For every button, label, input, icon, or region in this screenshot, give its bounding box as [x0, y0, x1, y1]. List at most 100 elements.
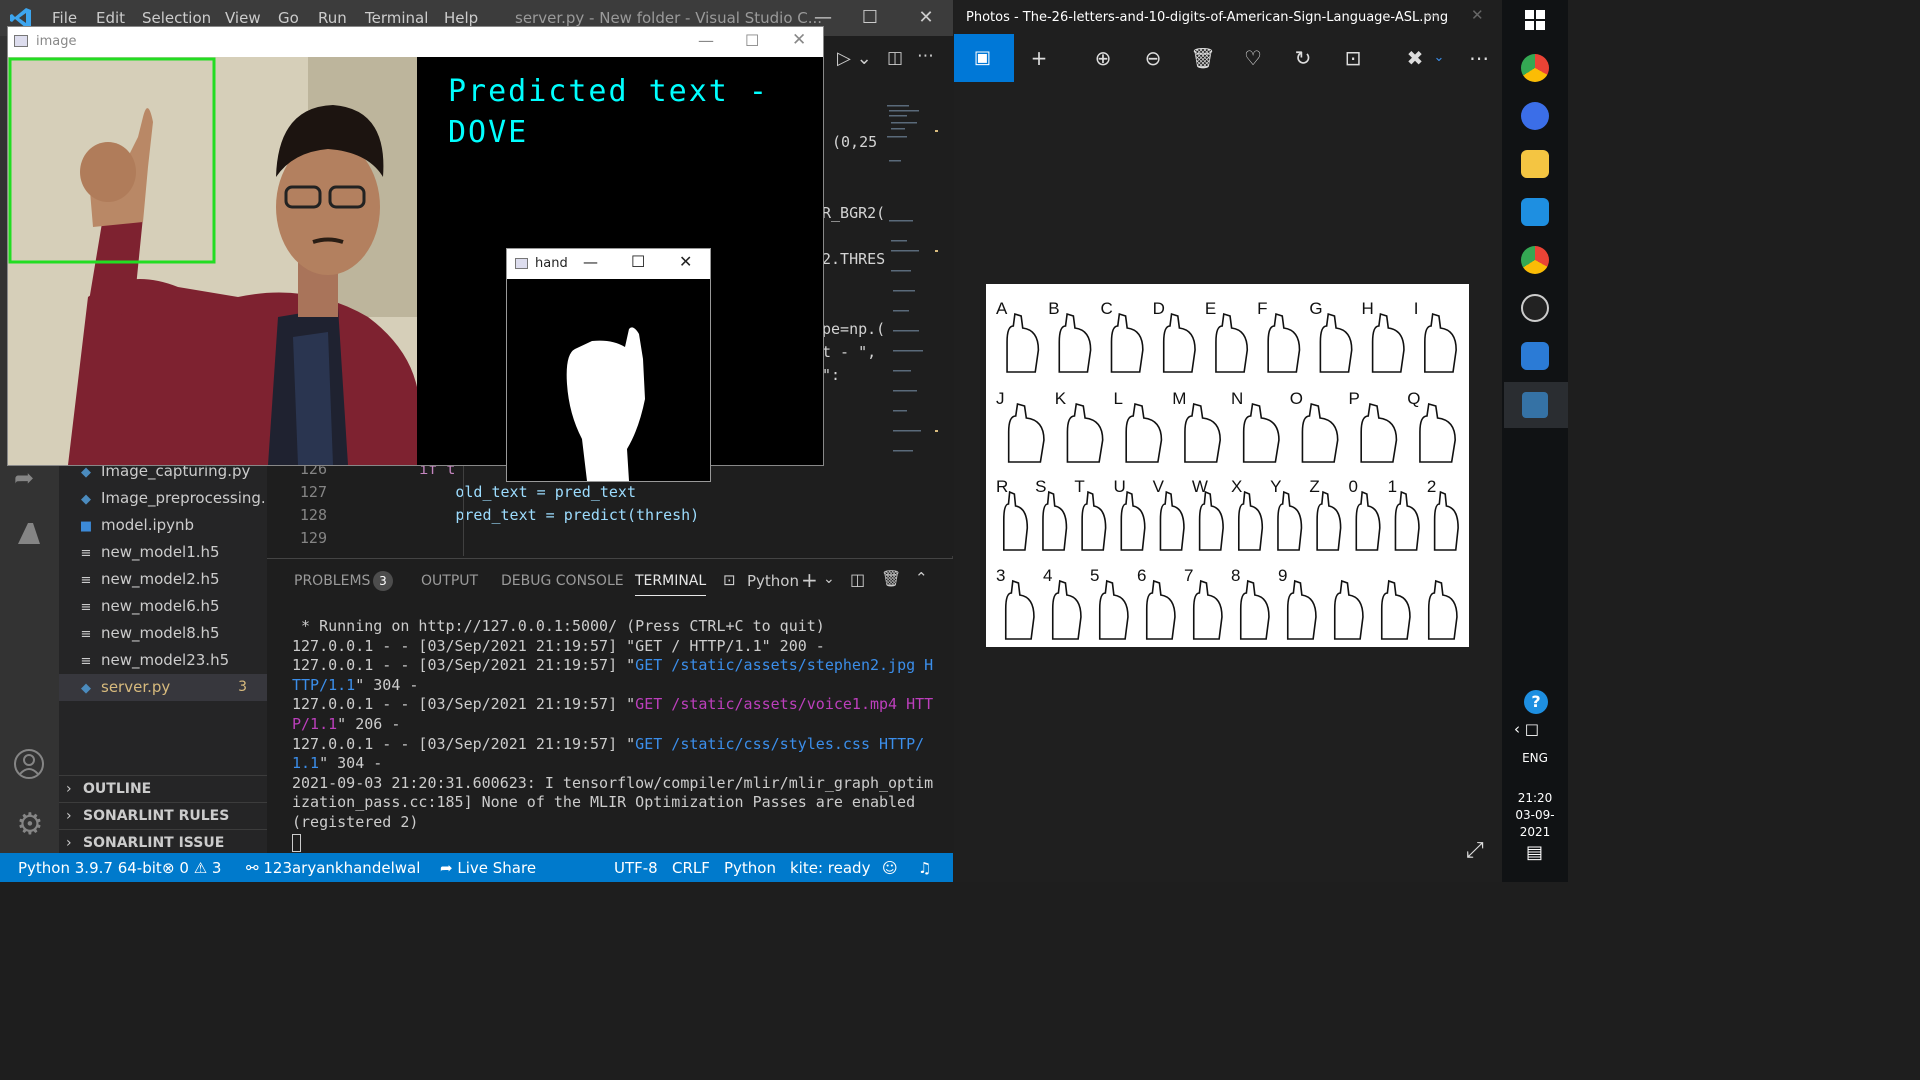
asl-letter-label: 7	[1184, 566, 1193, 585]
close-icon[interactable]: ✕	[1471, 6, 1484, 24]
menu-go[interactable]: Go	[278, 9, 299, 27]
file-name: new_model2.h5	[101, 570, 220, 588]
maximize-icon[interactable]: ☐	[631, 252, 645, 271]
tab-terminal[interactable]: TERMINAL	[635, 573, 707, 596]
terminal-line: 127.0.0.1 - - [03/Sep/2021 21:19:57] "GE…	[292, 656, 942, 695]
live-share-icon[interactable]: ➦	[14, 464, 46, 496]
file-item[interactable]: ≡ new_model6.h5	[59, 593, 267, 620]
tab-debug-console[interactable]: DEBUG CONSOLE	[501, 573, 624, 589]
file-item[interactable]: ◆ Image_preprocessing....	[59, 485, 267, 512]
section-sonarlint-rules[interactable]: › SONARLINT RULES	[59, 802, 267, 829]
windows-start-icon[interactable]	[1525, 10, 1545, 30]
code-fragment: t - ",	[822, 343, 877, 361]
code-fragment: pe=np.(	[822, 320, 886, 338]
line-number: 128	[299, 506, 327, 524]
file-item[interactable]: ≡ new_model8.h5	[59, 620, 267, 647]
menu-view[interactable]: View	[225, 9, 261, 27]
add-icon[interactable]: +	[1024, 44, 1054, 72]
more-options-icon[interactable]: ⋯	[1464, 44, 1494, 72]
rotate-icon[interactable]: ↻	[1288, 44, 1318, 72]
close-icon[interactable]: ✕	[792, 30, 806, 50]
run-icon[interactable]: ▷ ⌄	[837, 48, 872, 69]
asl-sign: A	[996, 299, 1040, 373]
trash-icon[interactable]: 🗑	[881, 569, 901, 588]
file-item[interactable]: ≡ new_model1.h5	[59, 539, 267, 566]
account-status[interactable]: ⚯ 123aryankhandelwal	[246, 859, 420, 877]
hand-sign-glyph	[1394, 490, 1420, 551]
minimize-icon[interactable]: —	[1424, 6, 1439, 24]
maximize-icon[interactable]: ☐	[855, 6, 885, 30]
text-file-icon: ≡	[80, 654, 92, 669]
language-status[interactable]: Python	[724, 859, 776, 877]
minimize-icon[interactable]: —	[583, 253, 598, 271]
split-terminal-icon[interactable]: ◫	[850, 570, 865, 589]
chevron-down-icon[interactable]: ⌄	[823, 571, 835, 587]
hand-sign-glyph	[1004, 579, 1035, 640]
asl-sign	[1427, 579, 1458, 640]
zoom-out-icon[interactable]: ⊖	[1138, 44, 1168, 72]
tray-chevron-icon[interactable]: ‹ □	[1514, 720, 1539, 738]
more-actions-icon[interactable]: ⋯	[917, 46, 934, 66]
maximize-panel-icon[interactable]: ⌃	[915, 569, 928, 587]
notifications-icon[interactable]: ▤	[1526, 842, 1543, 863]
minimap[interactable]	[885, 100, 940, 480]
file-item-active[interactable]: ◆ server.py 3	[59, 674, 267, 701]
menu-run[interactable]: Run	[318, 9, 347, 27]
delete-icon[interactable]: 🗑	[1188, 44, 1218, 72]
menu-selection[interactable]: Selection	[142, 9, 211, 27]
chrome-icon[interactable]	[1521, 54, 1549, 82]
asl-letter-label: H	[1362, 299, 1374, 318]
terminal-icon: ⊡	[723, 571, 736, 589]
file-item[interactable]: ≡ new_model2.h5	[59, 566, 267, 593]
asl-sign: W	[1192, 477, 1224, 551]
fullscreen-icon[interactable]: ⤢	[1466, 838, 1484, 863]
input-language[interactable]: ENG	[1502, 751, 1568, 765]
chrome-icon-2[interactable]	[1521, 246, 1549, 274]
asl-sign: Q	[1407, 389, 1456, 463]
new-terminal-icon[interactable]: +	[801, 568, 818, 592]
menu-help[interactable]: Help	[444, 9, 478, 27]
split-editor-icon[interactable]: ◫	[887, 48, 903, 68]
settings-gear-icon[interactable]: ⚙	[13, 808, 47, 842]
tab-problems[interactable]: PROBLEMS	[294, 573, 370, 589]
python-taskbar-icon[interactable]	[1522, 392, 1548, 418]
terminal-output[interactable]: * Running on http://127.0.0.1:5000/ (Pre…	[292, 617, 942, 833]
notifications-bell-icon[interactable]: ♫	[918, 859, 931, 877]
crop-icon[interactable]: ⊡	[1338, 44, 1368, 72]
feedback-icon[interactable]: ☺	[882, 859, 898, 877]
section-sonarlint-issues[interactable]: ›SONARLINT ISSUE LOCATI...	[59, 829, 267, 878]
help-icon[interactable]: ?	[1524, 690, 1548, 714]
kite-status[interactable]: kite: ready	[790, 859, 870, 877]
zoom-in-icon[interactable]: ⊕	[1088, 44, 1118, 72]
vscode-taskbar-icon[interactable]	[1521, 198, 1549, 226]
clock[interactable]: 21:20 03-09-2021	[1502, 790, 1568, 841]
file-item[interactable]: ≡ new_model23.h5	[59, 647, 267, 674]
asl-letter-label: V	[1153, 477, 1165, 496]
hand-sign-glyph	[1433, 490, 1459, 551]
favorite-heart-icon[interactable]: ♡	[1238, 44, 1268, 72]
menu-edit[interactable]: Edit	[96, 9, 125, 27]
maximize-icon[interactable]: ☐	[745, 31, 759, 50]
encoding-status[interactable]: UTF-8	[614, 859, 658, 877]
problems-status[interactable]: ⊗ 0 ⚠ 3	[162, 859, 221, 877]
photos-taskbar-icon[interactable]	[1521, 342, 1549, 370]
view-image-button[interactable]: ▣	[954, 34, 1014, 82]
chrome-profile-icon[interactable]	[1521, 102, 1549, 130]
python-interpreter-status[interactable]: Python 3.9.7 64-bit	[18, 859, 162, 877]
live-share-status[interactable]: ➦ Live Share	[440, 859, 536, 877]
section-outline[interactable]: › OUTLINE	[59, 775, 267, 802]
chevron-down-icon[interactable]: ⌄	[1424, 44, 1454, 72]
menu-terminal[interactable]: Terminal	[365, 9, 428, 27]
close-icon[interactable]: ✕	[911, 6, 941, 30]
close-icon[interactable]: ✕	[679, 252, 692, 271]
menu-file[interactable]: File	[52, 9, 77, 27]
account-icon[interactable]	[13, 748, 47, 782]
obs-icon[interactable]	[1521, 294, 1549, 322]
azure-icon[interactable]	[15, 520, 47, 552]
file-item[interactable]: ■ model.ipynb	[59, 512, 267, 539]
eol-status[interactable]: CRLF	[672, 859, 710, 877]
tab-output[interactable]: OUTPUT	[421, 573, 478, 589]
file-explorer-icon[interactable]	[1521, 150, 1549, 178]
minimize-icon[interactable]: —	[698, 31, 714, 50]
terminal-shell-select[interactable]: Python	[747, 572, 799, 590]
